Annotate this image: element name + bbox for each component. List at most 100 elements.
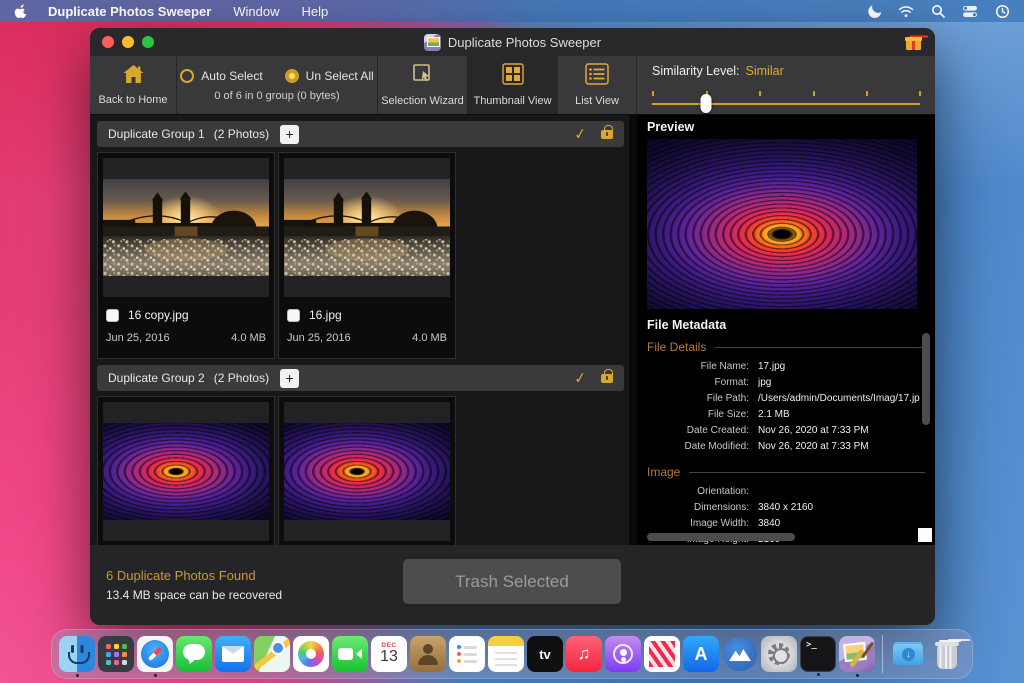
photo-checkbox[interactable]	[287, 309, 300, 322]
toolbar: Back to Home Auto Select Un Select All 0…	[90, 56, 935, 115]
duplicates-found-text: 6 Duplicate Photos Found	[106, 568, 282, 583]
zoom-button[interactable]	[142, 36, 154, 48]
vortex-photo-image	[103, 423, 269, 520]
meta-label: Date Modified:	[647, 441, 749, 452]
dock-notes-icon[interactable]	[488, 636, 524, 672]
slider-thumb[interactable]	[700, 94, 711, 113]
meta-label: File Name:	[647, 361, 749, 372]
dock-photos-icon[interactable]	[293, 636, 329, 672]
auto-select-radio[interactable]: Auto Select	[180, 69, 262, 83]
meta-label: File Size:	[647, 409, 749, 420]
menu-app-name[interactable]: Duplicate Photos Sweeper	[48, 4, 211, 19]
duplicate-groups-list: Duplicate Group 1 (2 Photos) + ✓ 16	[90, 115, 637, 545]
photo-size: 4.0 MB	[231, 332, 266, 344]
dock-system-preferences-icon[interactable]	[761, 636, 797, 672]
thumbnail-view-button[interactable]: Thumbnail View	[468, 56, 558, 114]
clock-icon[interactable]	[995, 4, 1010, 19]
dock-music-icon[interactable]: ♫	[566, 636, 602, 672]
dock-trash-icon[interactable]	[929, 636, 965, 672]
group-lock-icon[interactable]	[601, 130, 613, 139]
dock-app-store-icon[interactable]: A	[683, 636, 719, 672]
dock-terminal-icon[interactable]: >_	[800, 636, 836, 672]
back-to-home-button[interactable]: Back to Home	[90, 56, 177, 114]
horizontal-scrollbar[interactable]	[647, 533, 795, 541]
photo-thumbnail[interactable]	[103, 402, 269, 541]
menu-window[interactable]: Window	[233, 4, 279, 19]
group-expand-button[interactable]: +	[280, 369, 299, 388]
group-lock-icon[interactable]	[601, 374, 613, 383]
selection-summary: 0 of 6 in 0 group (0 bytes)	[214, 90, 339, 102]
group-check-icon[interactable]: ✓	[573, 124, 588, 144]
dock-downloads-folder-icon[interactable]: ↓	[890, 636, 926, 672]
image-section-header: Image	[647, 465, 925, 479]
meta-label: Date Created:	[647, 425, 749, 436]
menu-help[interactable]: Help	[302, 4, 329, 19]
photo-thumbnail[interactable]	[284, 402, 450, 541]
dock-duplicate-photos-sweeper-icon[interactable]	[839, 636, 875, 672]
selection-wizard-button[interactable]: Selection Wizard	[378, 56, 468, 114]
dock-launchpad-icon[interactable]	[98, 636, 134, 672]
photo-date: Jun 25, 2016	[287, 332, 351, 344]
photo-thumbnail[interactable]	[103, 158, 269, 297]
dock-facetime-icon[interactable]	[332, 636, 368, 672]
slider-tick	[813, 91, 815, 96]
dock-podcasts-icon[interactable]	[605, 636, 641, 672]
dock-finder-icon[interactable]	[59, 636, 95, 672]
selection-wizard-icon	[411, 63, 435, 90]
running-indicator	[154, 674, 157, 677]
photo-cell[interactable]	[97, 396, 275, 545]
dock-safari-icon[interactable]	[137, 636, 173, 672]
dock-maps-icon[interactable]	[254, 636, 290, 672]
meta-label: Orientation:	[647, 486, 749, 497]
minimize-button[interactable]	[122, 36, 134, 48]
download-arrow-icon: ↓	[902, 648, 915, 661]
meta-value: 2.1 MB	[758, 409, 925, 420]
dock-contacts-icon[interactable]	[410, 636, 446, 672]
meta-label: Format:	[647, 377, 749, 388]
window-title: Duplicate Photos Sweeper	[448, 35, 601, 50]
meta-value: 3840	[758, 518, 925, 529]
photo-thumbnail[interactable]	[284, 158, 450, 297]
dock-reminders-icon[interactable]	[449, 636, 485, 672]
selection-controls: Auto Select Un Select All 0 of 6 in 0 gr…	[177, 56, 378, 114]
search-icon[interactable]	[931, 4, 945, 18]
list-view-button[interactable]: List View	[558, 56, 637, 114]
group-expand-button[interactable]: +	[280, 125, 299, 144]
photo-cell[interactable]: 16.jpg Jun 25, 2016 4.0 MB	[278, 152, 456, 359]
control-center-icon[interactable]	[962, 5, 978, 18]
slider-tick	[919, 91, 921, 96]
similarity-slider[interactable]	[652, 95, 920, 113]
apple-logo-icon[interactable]	[14, 3, 28, 19]
dock-mail-icon[interactable]	[215, 636, 251, 672]
slider-track[interactable]	[652, 103, 920, 105]
running-indicator	[817, 673, 820, 676]
thumbnail-view-label: Thumbnail View	[473, 95, 551, 107]
file-details-section-header: File Details	[647, 340, 925, 354]
preview-image	[647, 139, 917, 309]
meta-label: Image Width:	[647, 518, 749, 529]
title-bar: Duplicate Photos Sweeper	[90, 28, 935, 56]
running-indicator	[856, 674, 859, 677]
wifi-icon[interactable]	[898, 5, 914, 18]
dock-news-icon[interactable]	[644, 636, 680, 672]
dock-mountains-app-icon[interactable]	[722, 636, 758, 672]
photo-checkbox[interactable]	[106, 309, 119, 322]
dock-apple-tv-icon[interactable]: tv	[527, 636, 563, 672]
home-icon	[122, 64, 145, 89]
unselect-all-radio[interactable]: Un Select All	[285, 69, 374, 83]
photo-cell[interactable]: 16 copy.jpg Jun 25, 2016 4.0 MB	[97, 152, 275, 359]
dock: DEC 13 tv ♫ A >_ ↓	[51, 629, 973, 679]
selection-wizard-label: Selection Wizard	[381, 95, 464, 107]
trash-selected-button[interactable]: Trash Selected	[403, 559, 621, 604]
list-view-label: List View	[575, 95, 619, 107]
group-check-icon[interactable]: ✓	[573, 368, 588, 388]
dock-calendar-icon[interactable]: DEC 13	[371, 636, 407, 672]
close-button[interactable]	[102, 36, 114, 48]
dark-mode-moon-icon[interactable]	[866, 4, 881, 19]
gift-icon[interactable]	[906, 35, 921, 50]
preview-panel: Preview File Metadata File Details File …	[637, 115, 935, 545]
photo-cell[interactable]	[278, 396, 456, 545]
resize-handle[interactable]	[918, 528, 932, 542]
dock-messages-icon[interactable]	[176, 636, 212, 672]
vertical-scrollbar[interactable]	[922, 333, 930, 425]
